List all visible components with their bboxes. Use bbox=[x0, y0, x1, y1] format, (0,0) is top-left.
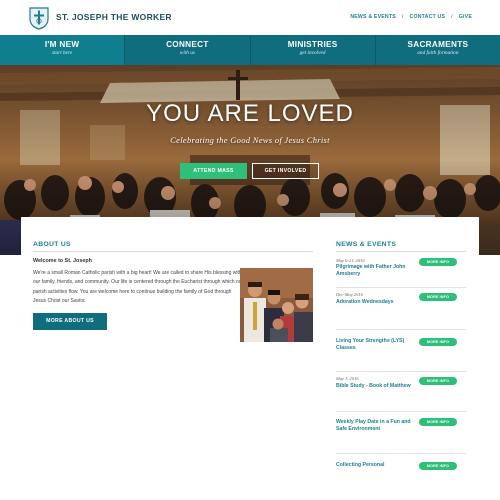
news-title[interactable]: Living Your Strengths (LYS) Classes bbox=[336, 338, 414, 353]
news-list: May 6-21, 2016 Pilgrimage with Father Jo… bbox=[336, 254, 466, 474]
nav-item-sacraments[interactable]: SACRAMENTS and faith formation bbox=[376, 35, 500, 65]
about-heading: ABOUT US bbox=[33, 241, 71, 248]
news-item: May 6-21, 2016 Pilgrimage with Father Jo… bbox=[336, 254, 466, 288]
hero-title: YOU ARE LOVED bbox=[146, 100, 354, 127]
link-separator: / bbox=[401, 14, 404, 20]
nav-item-subtitle: and faith formation bbox=[417, 50, 459, 56]
news-date: May 6-21, 2016 bbox=[336, 258, 365, 263]
parish-crest-icon[interactable] bbox=[28, 6, 50, 30]
get-involved-button[interactable]: GET INVOLVED bbox=[252, 163, 319, 179]
nav-item-im-new[interactable]: I'M NEW start here bbox=[0, 35, 126, 65]
news-date: May 3, 2016 bbox=[336, 376, 359, 381]
link-separator: / bbox=[451, 14, 453, 20]
parishioners-photo bbox=[240, 268, 313, 342]
nav-item-title: MINISTRIES bbox=[287, 40, 338, 49]
news-item: Weekly Play Date in a Fun and Safe Envir… bbox=[336, 412, 466, 454]
divider bbox=[33, 251, 313, 252]
news-title[interactable]: Weekly Play Date in a Fun and Safe Envir… bbox=[336, 419, 414, 434]
main-nav: I'M NEW start here CONNECT with us MINIS… bbox=[0, 35, 500, 65]
more-info-button[interactable]: MORE INFO bbox=[419, 377, 457, 385]
utility-links: NEWS & EVENTS / CONTACT US / GIVE bbox=[350, 14, 472, 20]
divider bbox=[336, 251, 466, 252]
nav-item-title: CONNECT bbox=[166, 40, 209, 49]
more-info-button[interactable]: MORE INFO bbox=[419, 418, 457, 426]
site-header: ST. JOSEPH THE WORKER NEWS & EVENTS / CONT… bbox=[0, 0, 500, 35]
news-title[interactable]: Adoration Wednesdays bbox=[336, 299, 414, 306]
give-link[interactable]: GIVE bbox=[459, 14, 472, 20]
nav-item-connect[interactable]: CONNECT with us bbox=[125, 35, 251, 65]
more-info-button[interactable]: MORE INFO bbox=[419, 258, 457, 266]
news-title[interactable]: Bible Study - Book of Matthew bbox=[336, 383, 414, 390]
news-title[interactable]: Collecting Personal bbox=[336, 462, 414, 469]
content-card: ABOUT US Welcome to St. Joseph We're a s… bbox=[21, 217, 479, 470]
site-name[interactable]: ST. JOSEPH THE WORKER bbox=[56, 12, 172, 22]
news-item: Collecting Personal MORE INFO bbox=[336, 454, 466, 474]
hero-subtitle: Celebrating the Good News of Jesus Chris… bbox=[170, 135, 330, 145]
news-item: Dec-May 2016 Adoration Wednesdays MORE I… bbox=[336, 288, 466, 330]
more-about-us-button[interactable]: MORE ABOUT US bbox=[33, 313, 107, 330]
nav-item-title: SACRAMENTS bbox=[407, 40, 469, 49]
news-events-heading: NEWS & EVENTS bbox=[336, 241, 397, 248]
nav-item-ministries[interactable]: MINISTRIES get involved bbox=[251, 35, 376, 65]
nav-item-subtitle: with us bbox=[179, 50, 195, 56]
news-events-link[interactable]: NEWS & EVENTS bbox=[350, 14, 396, 20]
contact-us-link[interactable]: CONTACT US bbox=[410, 14, 446, 20]
welcome-heading: Welcome to St. Joseph bbox=[33, 258, 92, 264]
more-info-button[interactable]: MORE INFO bbox=[419, 293, 457, 301]
about-text: We're a small Roman Catholic parish with… bbox=[33, 270, 244, 304]
news-item: Living Your Strengths (LYS) Classes MORE… bbox=[336, 330, 466, 372]
nav-item-subtitle: get involved bbox=[299, 50, 326, 56]
attend-mass-button[interactable]: ATTEND MASS bbox=[180, 163, 247, 179]
more-info-button[interactable]: MORE INFO bbox=[419, 338, 457, 346]
more-info-button[interactable]: MORE INFO bbox=[419, 462, 457, 470]
nav-item-title: I'M NEW bbox=[44, 40, 80, 49]
nav-item-subtitle: start here bbox=[51, 50, 73, 56]
news-title[interactable]: Pilgrimage with Father John Amsberry bbox=[336, 264, 414, 279]
news-date: Dec-May 2016 bbox=[336, 292, 363, 297]
news-item: May 3, 2016 Bible Study - Book of Matthe… bbox=[336, 372, 466, 412]
